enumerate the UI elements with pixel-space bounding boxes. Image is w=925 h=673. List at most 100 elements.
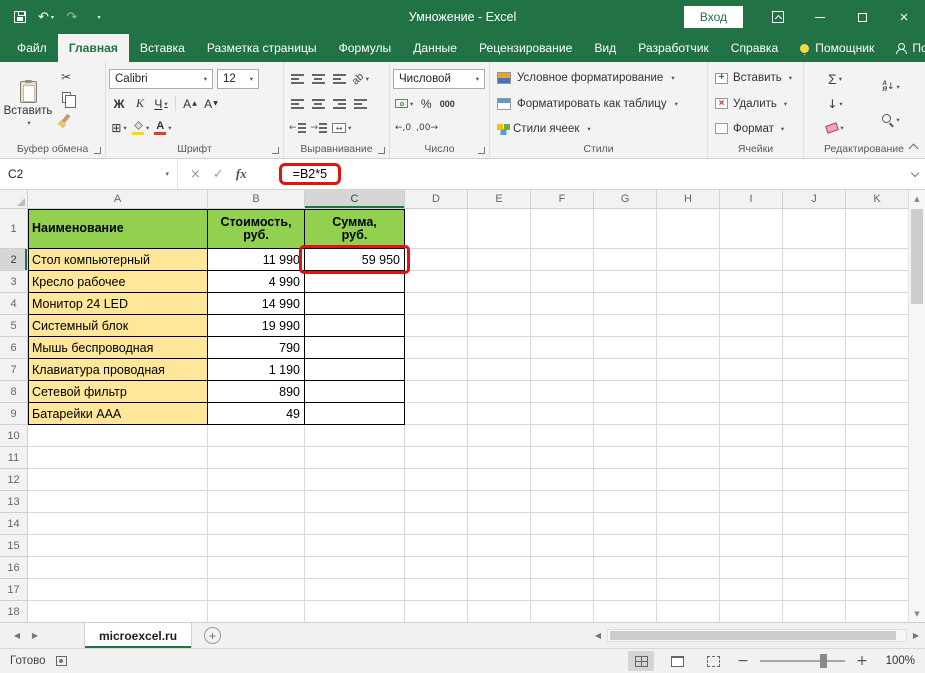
row-header-1[interactable]: 1 <box>0 209 28 249</box>
cell-K14[interactable] <box>846 513 908 535</box>
align-top-button[interactable] <box>287 69 307 89</box>
cell-D2[interactable] <box>405 249 468 271</box>
cell-D5[interactable] <box>405 315 468 337</box>
cell-A1[interactable]: Наименование <box>28 209 208 249</box>
cell-B11[interactable] <box>208 447 305 469</box>
cell-C4[interactable] <box>305 293 405 315</box>
cell-J17[interactable] <box>783 579 846 601</box>
tab-home[interactable]: Главная <box>58 34 129 62</box>
cell-F8[interactable] <box>531 381 594 403</box>
cell-D11[interactable] <box>405 447 468 469</box>
horizontal-scroll-thumb[interactable] <box>610 631 896 640</box>
minimize-button[interactable] <box>799 0 841 34</box>
row-header-8[interactable]: 8 <box>0 381 28 403</box>
cell-B10[interactable] <box>208 425 305 447</box>
cell-J18[interactable] <box>783 601 846 622</box>
accounting-format-button[interactable]: ▾ <box>393 94 415 114</box>
cell-E14[interactable] <box>468 513 531 535</box>
cell-J6[interactable] <box>783 337 846 359</box>
cell-K1[interactable] <box>846 209 908 249</box>
row-header-5[interactable]: 5 <box>0 315 28 337</box>
cell-A17[interactable] <box>28 579 208 601</box>
cell-F6[interactable] <box>531 337 594 359</box>
cell-D6[interactable] <box>405 337 468 359</box>
cell-G18[interactable] <box>594 601 657 622</box>
cell-A16[interactable] <box>28 557 208 579</box>
cell-B14[interactable] <box>208 513 305 535</box>
cell-B13[interactable] <box>208 491 305 513</box>
font-family-select[interactable]: Calibri▾ <box>109 69 213 89</box>
cell-K2[interactable] <box>846 249 908 271</box>
cell-I5[interactable] <box>720 315 783 337</box>
cell-J10[interactable] <box>783 425 846 447</box>
cell-A18[interactable] <box>28 601 208 622</box>
cell-B15[interactable] <box>208 535 305 557</box>
cell-C13[interactable] <box>305 491 405 513</box>
cell-K15[interactable] <box>846 535 908 557</box>
close-button[interactable]: × <box>883 0 925 34</box>
cell-C2[interactable]: 59 950 <box>305 249 405 271</box>
cell-A3[interactable]: Кресло рабочее <box>28 271 208 293</box>
cell-C17[interactable] <box>305 579 405 601</box>
cell-E4[interactable] <box>468 293 531 315</box>
cell-G8[interactable] <box>594 381 657 403</box>
cell-J16[interactable] <box>783 557 846 579</box>
cell-K9[interactable] <box>846 403 908 425</box>
cell-I4[interactable] <box>720 293 783 315</box>
cell-B7[interactable]: 1 190 <box>208 359 305 381</box>
row-header-4[interactable]: 4 <box>0 293 28 315</box>
column-header-A[interactable]: A <box>28 190 208 209</box>
clear-button[interactable]: ▾ <box>807 118 863 138</box>
cell-H14[interactable] <box>657 513 720 535</box>
cell-B5[interactable]: 19 990 <box>208 315 305 337</box>
cell-H15[interactable] <box>657 535 720 557</box>
tab-review[interactable]: Рецензирование <box>468 34 583 62</box>
cell-F15[interactable] <box>531 535 594 557</box>
cell-K5[interactable] <box>846 315 908 337</box>
tab-view[interactable]: Вид <box>583 34 627 62</box>
row-header-15[interactable]: 15 <box>0 535 28 557</box>
cell-D13[interactable] <box>405 491 468 513</box>
zoom-in-button[interactable]: + <box>855 653 869 669</box>
cell-C12[interactable] <box>305 469 405 491</box>
cell-H16[interactable] <box>657 557 720 579</box>
cell-J1[interactable] <box>783 209 846 249</box>
cell-G4[interactable] <box>594 293 657 315</box>
assistant-button[interactable]: Помощник <box>789 34 885 62</box>
cell-I17[interactable] <box>720 579 783 601</box>
cell-D3[interactable] <box>405 271 468 293</box>
new-sheet-button[interactable]: + <box>204 627 221 644</box>
cell-H3[interactable] <box>657 271 720 293</box>
sheet-tab-active[interactable]: microexcel.ru <box>84 623 192 648</box>
row-header-3[interactable]: 3 <box>0 271 28 293</box>
cell-C14[interactable] <box>305 513 405 535</box>
underline-button[interactable]: Ч▾ <box>151 94 171 114</box>
sheet-nav-left-icon[interactable]: ◀ <box>8 631 26 640</box>
increase-indent-button[interactable]: → <box>309 118 330 138</box>
font-dialog-launcher[interactable] <box>272 147 279 154</box>
cell-A9[interactable]: Батарейки AAA <box>28 403 208 425</box>
cell-G14[interactable] <box>594 513 657 535</box>
hscroll-left-icon[interactable]: ◀ <box>589 631 607 640</box>
cell-H11[interactable] <box>657 447 720 469</box>
cell-B6[interactable]: 790 <box>208 337 305 359</box>
cell-C16[interactable] <box>305 557 405 579</box>
font-size-select[interactable]: 12▾ <box>217 69 259 89</box>
cell-G1[interactable] <box>594 209 657 249</box>
cell-D15[interactable] <box>405 535 468 557</box>
horizontal-scrollbar[interactable] <box>607 629 907 642</box>
alignment-dialog-launcher[interactable] <box>378 147 385 154</box>
redo-button[interactable]: ↷ <box>60 4 84 30</box>
confirm-entry-icon[interactable]: ✓ <box>213 167 224 182</box>
cell-H9[interactable] <box>657 403 720 425</box>
cell-I2[interactable] <box>720 249 783 271</box>
zoom-percentage[interactable]: 100% <box>879 655 915 667</box>
cell-D17[interactable] <box>405 579 468 601</box>
cell-I9[interactable] <box>720 403 783 425</box>
cell-G11[interactable] <box>594 447 657 469</box>
increase-decimal-button[interactable]: ←,0 <box>393 118 413 138</box>
cell-K13[interactable] <box>846 491 908 513</box>
tab-developer[interactable]: Разработчик <box>627 34 720 62</box>
cell-K4[interactable] <box>846 293 908 315</box>
cell-J9[interactable] <box>783 403 846 425</box>
